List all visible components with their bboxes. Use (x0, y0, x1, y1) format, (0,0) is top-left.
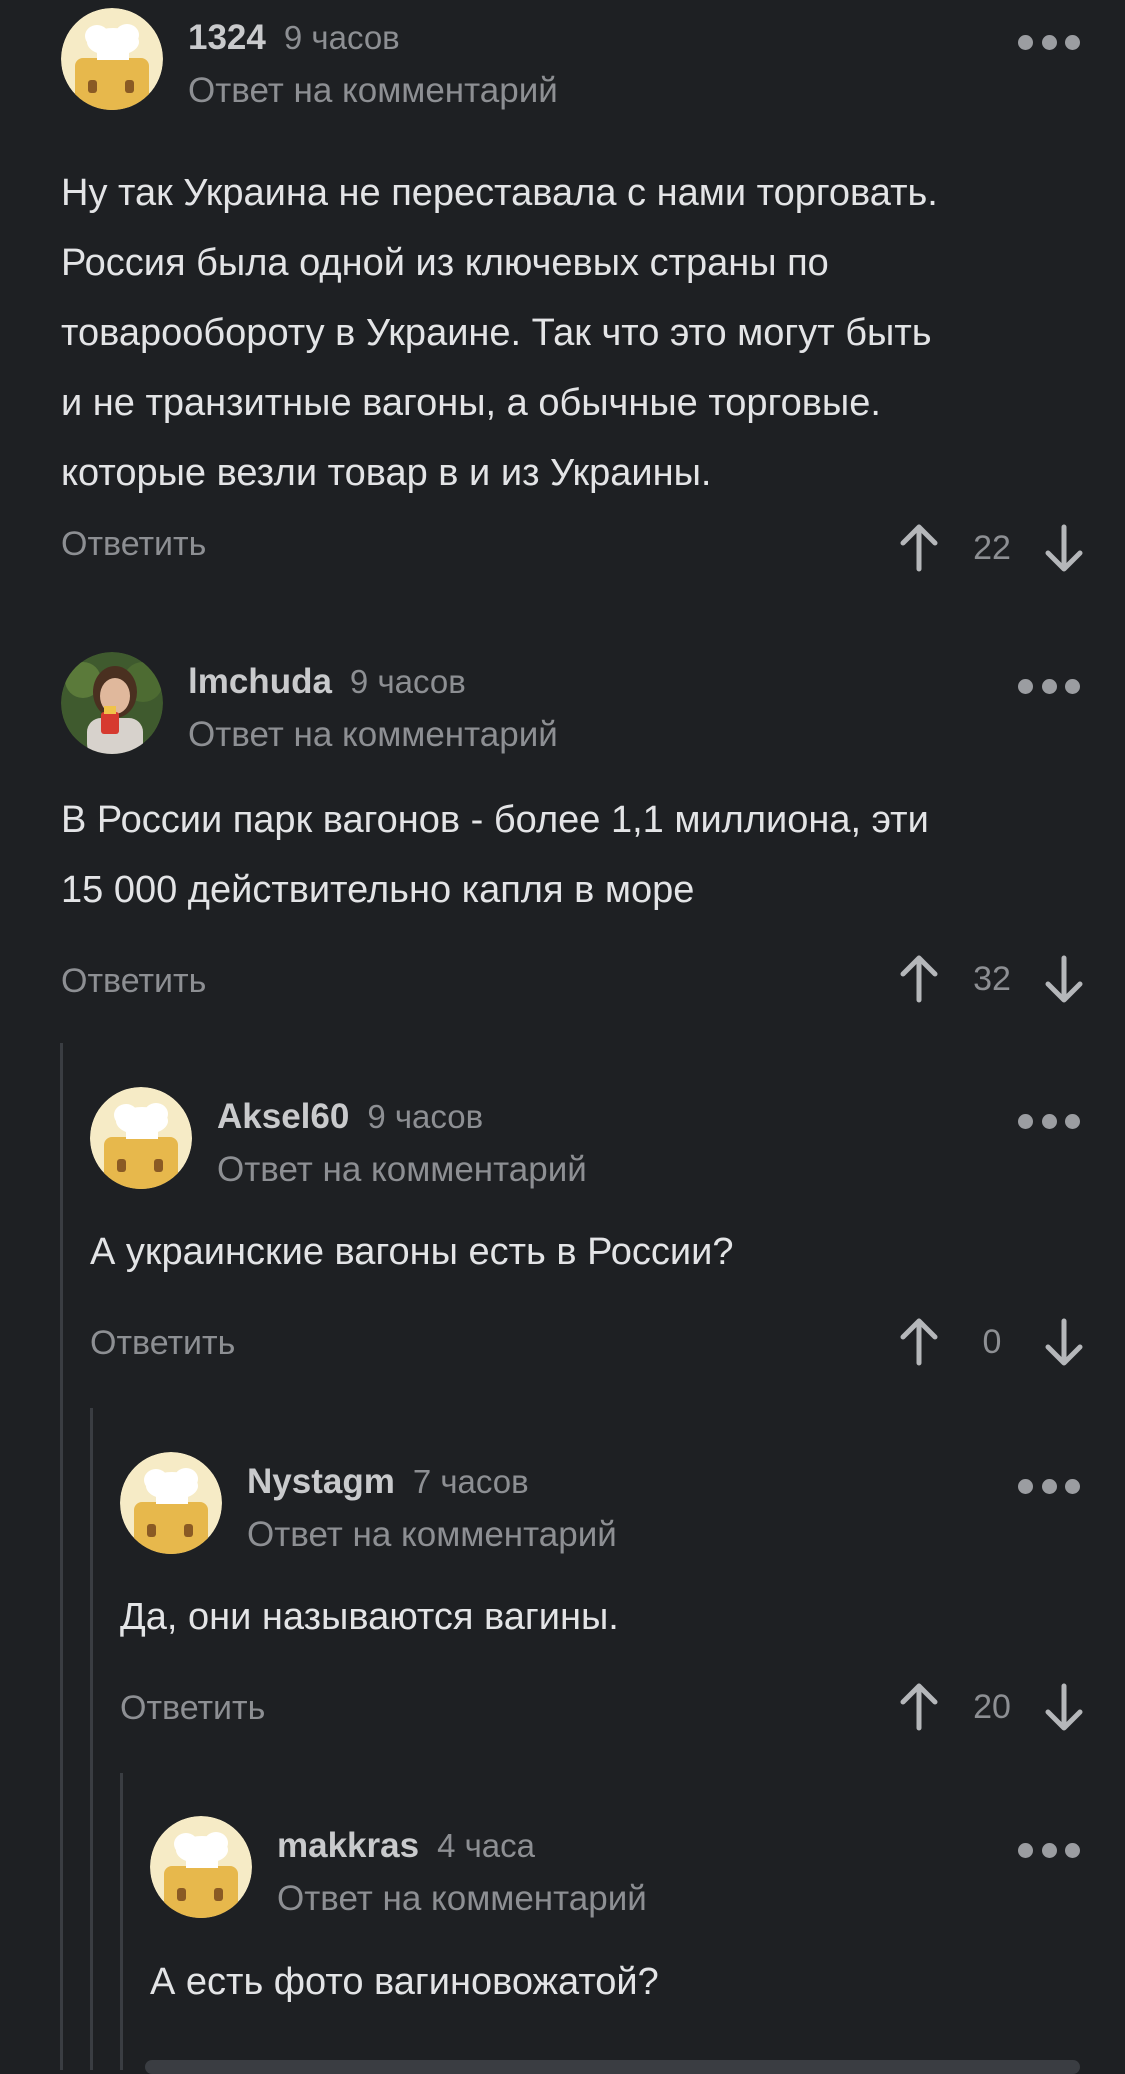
more-options-icon[interactable] (1018, 678, 1080, 694)
thread-line-level-3 (120, 1773, 123, 2070)
rating-score: 0 (982, 1323, 1002, 1361)
vote-block: 22 (899, 523, 1089, 573)
comment-text: А есть фото вагиновожатой? (150, 1947, 659, 2017)
comment-text-line: А украинские вагоны есть в России? (90, 1231, 734, 1273)
comment-time: 4 часа (437, 1827, 535, 1864)
avatar[interactable] (120, 1452, 222, 1554)
comment-aksel60: Aksel60 9 часов Ответ на комментарий А ук… (90, 1087, 1083, 1387)
reply-to-link[interactable]: Ответ на комментарий (217, 1150, 587, 1190)
chef-avatar-icon (120, 1452, 222, 1554)
comment-time: 9 часов (283, 19, 400, 56)
comment-nystagm: Nystagm 7 часов Ответ на комментарий Да, … (120, 1452, 1083, 1752)
avatar[interactable] (90, 1087, 192, 1189)
more-options-icon[interactable] (1018, 1842, 1080, 1858)
thread-line-level-1 (60, 1043, 63, 2070)
upvote-arrow-icon[interactable] (899, 523, 939, 573)
more-options-icon[interactable] (1018, 34, 1080, 50)
author-name[interactable]: Nystagm 7 часов (247, 1462, 529, 1502)
chef-avatar-icon (61, 8, 163, 110)
rating-score: 32 (973, 960, 1011, 998)
rating-score: 20 (973, 1688, 1011, 1726)
comment-time: 7 часов (412, 1463, 529, 1500)
reply-button[interactable]: Ответить (120, 1689, 265, 1728)
rating-score: 22 (973, 529, 1011, 567)
more-options-icon[interactable] (1018, 1113, 1080, 1129)
avatar[interactable] (150, 1816, 252, 1918)
more-options-icon[interactable] (1018, 1478, 1080, 1494)
avatar[interactable] (61, 8, 163, 110)
comment-lmchuda: lmchuda 9 часов Ответ на комментарий В Ро… (61, 652, 1083, 1012)
vote-block: 0 (899, 1317, 1089, 1367)
author-nickname[interactable]: 1324 (188, 18, 266, 57)
comment-text-line: 15 000 действительно капля в море (61, 869, 695, 911)
comment-text: Ну так Украина не переставала с нами тор… (61, 158, 938, 508)
comment-text-line: которые везли товар в и из Украины. (61, 452, 712, 494)
reply-to-link[interactable]: Ответ на комментарий (188, 715, 558, 755)
reply-to-link[interactable]: Ответ на комментарий (247, 1515, 617, 1555)
comment-time: 9 часов (349, 663, 466, 700)
downvote-arrow-icon[interactable] (1044, 954, 1084, 1004)
reply-button[interactable]: Ответить (61, 962, 206, 1001)
chef-avatar-icon (90, 1087, 192, 1189)
vote-block: 20 (899, 1682, 1089, 1732)
comment-1324: 1324 9 часов Ответ на комментарий Ну так … (61, 8, 1083, 588)
comment-time: 9 часов (367, 1098, 484, 1135)
comment-text-line: Ну так Украина не переставала с нами тор… (61, 172, 938, 214)
reply-to-link[interactable]: Ответ на комментарий (188, 71, 558, 111)
comment-text-line: Россия была одной из ключевых страны по (61, 242, 829, 284)
author-name[interactable]: makkras 4 часа (277, 1826, 535, 1866)
comment-makkras: makkras 4 часа Ответ на комментарий А ест… (150, 1816, 1081, 2016)
author-name[interactable]: 1324 9 часов (188, 18, 400, 58)
comment-text: Да, они называются вагины. (120, 1582, 619, 1652)
downvote-arrow-icon[interactable] (1044, 1317, 1084, 1367)
upvote-arrow-icon[interactable] (899, 1317, 939, 1367)
author-name[interactable]: lmchuda 9 часов (188, 662, 466, 702)
comment-text-line: и не транзитные вагоны, а обычные торгов… (61, 382, 881, 424)
author-name[interactable]: Aksel60 9 часов (217, 1097, 483, 1137)
comment-text-line: Да, они называются вагины. (120, 1596, 619, 1638)
author-nickname[interactable]: makkras (277, 1826, 419, 1865)
avatar[interactable] (61, 652, 163, 754)
next-content-edge (145, 2060, 1080, 2074)
downvote-arrow-icon[interactable] (1044, 523, 1084, 573)
comment-text-line: товарообороту в Украине. Так что это мог… (61, 312, 932, 354)
downvote-arrow-icon[interactable] (1044, 1682, 1084, 1732)
upvote-arrow-icon[interactable] (899, 1682, 939, 1732)
thread-line-level-2 (90, 1408, 93, 2070)
reply-to-link[interactable]: Ответ на комментарий (277, 1879, 647, 1919)
comment-text-line: В России парк вагонов - более 1,1 миллио… (61, 799, 929, 841)
upvote-arrow-icon[interactable] (899, 954, 939, 1004)
vote-block: 32 (899, 954, 1089, 1004)
comment-text-line: А есть фото вагиновожатой? (150, 1961, 659, 2003)
author-nickname[interactable]: Nystagm (247, 1462, 395, 1501)
reply-button[interactable]: Ответить (90, 1324, 235, 1363)
chef-avatar-icon (150, 1816, 252, 1918)
author-nickname[interactable]: Aksel60 (217, 1097, 349, 1136)
author-nickname[interactable]: lmchuda (188, 662, 332, 701)
comment-text: В России парк вагонов - более 1,1 миллио… (61, 785, 929, 925)
user-photo-icon (61, 652, 163, 754)
reply-button[interactable]: Ответить (61, 525, 206, 564)
comment-text: А украинские вагоны есть в России? (90, 1217, 734, 1287)
